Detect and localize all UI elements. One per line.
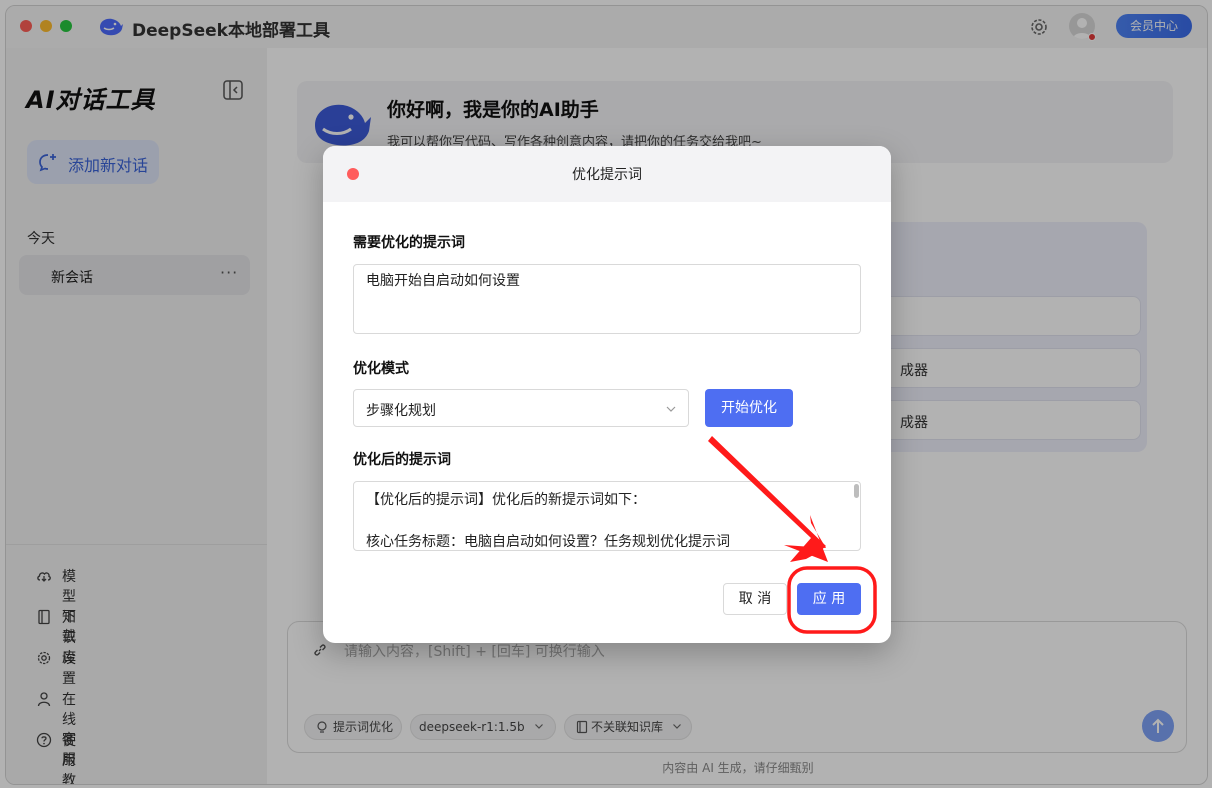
dialog-header: 优化提示词 [323, 146, 891, 202]
cancel-button[interactable]: 取 消 [723, 583, 787, 615]
optimized-prompt-output[interactable]: 【优化后的提示词】优化后的新提示词如下： 核心任务标题：电脑自启动如何设置？任务… [353, 481, 861, 551]
mode-field-label: 优化模式 [353, 361, 409, 377]
scrollbar-thumb[interactable] [854, 484, 859, 498]
prompt-field-label: 需要优化的提示词 [353, 235, 465, 251]
result-line: 【优化后的提示词】优化后的新提示词如下： [366, 492, 646, 508]
result-line: 核心任务标题：电脑自启动如何设置？任务规划优化提示词 [366, 534, 730, 550]
optimize-prompt-dialog: 优化提示词 需要优化的提示词 电脑开始自启动如何设置 优化模式 步骤化规划 开始… [323, 146, 891, 643]
chevron-down-icon [666, 406, 676, 412]
mode-select[interactable]: 步骤化规划 [353, 389, 689, 427]
result-field-label: 优化后的提示词 [353, 452, 451, 468]
apply-button[interactable]: 应 用 [797, 583, 861, 615]
start-optimize-button[interactable]: 开始优化 [705, 389, 793, 427]
dialog-title: 优化提示词 [572, 167, 642, 183]
prompt-input[interactable]: 电脑开始自启动如何设置 [353, 264, 861, 334]
mode-select-value: 步骤化规划 [366, 403, 436, 419]
